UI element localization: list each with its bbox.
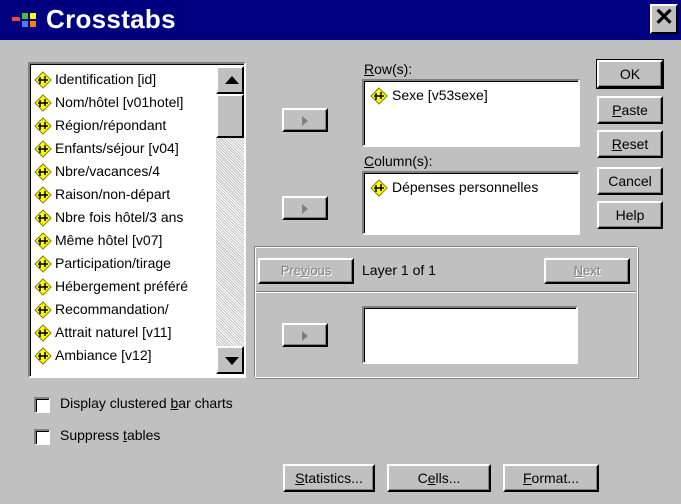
suppress-tables-label: Suppress tables (60, 427, 161, 443)
variable-label: Région/répondant (55, 117, 167, 133)
scale-variable-icon (34, 163, 52, 182)
scale-variable-icon (34, 186, 52, 205)
format-button[interactable]: Format... (503, 464, 599, 492)
variable-label: Même hôtel [v07] (55, 232, 163, 248)
scale-variable-icon (34, 278, 52, 297)
cells-button[interactable]: Cells... (387, 464, 491, 492)
variable-list-item[interactable]: Nbre/vacances/4 (34, 160, 216, 183)
variable-list-item[interactable]: Recommandation/ (34, 298, 216, 321)
variable-list-item[interactable]: Enfants/séjour [v04] (34, 137, 216, 160)
clustered-bar-charts-label: Display clustered bar charts (60, 395, 233, 411)
variable-list-scrollbar[interactable] (216, 66, 244, 374)
variable-label: Nbre fois hôtel/3 ans (55, 209, 184, 225)
scale-variable-icon (34, 301, 52, 320)
variable-list-item[interactable]: Même hôtel [v07] (34, 229, 216, 252)
previous-button[interactable]: Previous (258, 258, 354, 284)
variable-list-items: Identification [id] Nom/hôtel [v01hotel] R… (34, 68, 216, 367)
scale-variable-icon (34, 94, 52, 113)
cancel-button[interactable]: Cancel (597, 167, 663, 195)
variable-list-item[interactable]: Raison/non-départ (34, 183, 216, 206)
variable-list-item[interactable]: Nom/hôtel [v01hotel] (34, 91, 216, 114)
variable-list-item[interactable]: Participation/tirage (34, 252, 216, 275)
variable-list[interactable]: Identification [id] Nom/hôtel [v01hotel] R… (28, 62, 246, 378)
variable-label: Raison/non-départ (55, 186, 171, 202)
arrow-right-icon (302, 116, 308, 126)
title-bar: Crosstabs ✕ (0, 0, 681, 40)
variable-label: Attrait naturel [v11] (55, 324, 172, 340)
variable-label: Identification [id] (55, 71, 157, 87)
scale-variable-icon (34, 209, 52, 228)
move-to-layer-button[interactable] (282, 323, 328, 347)
layer-divider (256, 291, 636, 293)
clustered-bar-charts-checkbox[interactable] (34, 397, 50, 413)
scale-variable-icon (34, 117, 52, 136)
scale-variable-icon (370, 87, 388, 106)
scale-variable-icon (34, 232, 52, 251)
close-icon: ✕ (653, 4, 675, 31)
variable-list-item[interactable]: Identification [id] (34, 68, 216, 91)
rows-label: Row(s): (364, 61, 413, 77)
variable-label: Ambiance [v12] (55, 347, 152, 363)
statistics-button[interactable]: Statistics... (283, 464, 375, 492)
help-button[interactable]: Help (597, 201, 663, 229)
layer-field[interactable] (362, 306, 578, 364)
rows-item[interactable]: Sexe [v53sexe] (370, 87, 488, 106)
reset-button[interactable]: Reset (597, 130, 663, 158)
columns-label: Column(s): (364, 153, 433, 169)
window-title: Crosstabs (46, 4, 176, 34)
columns-field[interactable]: Dépenses personnelles (362, 171, 580, 235)
scale-variable-icon (34, 140, 52, 159)
variable-list-item[interactable]: Région/répondant (34, 114, 216, 137)
rows-field[interactable]: Sexe [v53sexe] (362, 79, 580, 147)
variable-list-item[interactable]: Ambiance [v12] (34, 344, 216, 367)
variable-label: Nbre/vacances/4 (55, 163, 161, 179)
scale-variable-icon (34, 324, 52, 343)
scale-variable-icon (370, 179, 388, 198)
arrow-up-icon (225, 76, 239, 84)
columns-item[interactable]: Dépenses personnelles (370, 179, 576, 198)
variable-label: Participation/tirage (55, 255, 171, 271)
scale-variable-icon (34, 255, 52, 274)
suppress-tables-checkbox[interactable] (34, 429, 50, 445)
arrow-right-icon (302, 331, 308, 341)
variable-label: Recommandation/ (55, 301, 169, 317)
scale-variable-icon (34, 347, 52, 366)
move-to-rows-button[interactable] (282, 108, 328, 132)
scroll-up-button[interactable] (216, 66, 244, 94)
variable-list-item[interactable]: Hébergement préféré (34, 275, 216, 298)
variable-label: Hébergement préféré (55, 278, 189, 294)
variable-list-item[interactable]: Attrait naturel [v11] (34, 321, 216, 344)
variable-list-item[interactable]: Nbre fois hôtel/3 ans (34, 206, 216, 229)
variable-label: Nom/hôtel [v01hotel] (55, 94, 184, 110)
layer-status: Layer 1 of 1 (362, 262, 436, 278)
arrow-right-icon (302, 204, 308, 214)
spss-icon (12, 13, 36, 27)
move-to-columns-button[interactable] (282, 196, 328, 220)
scale-variable-icon (34, 71, 52, 90)
variable-label: Enfants/séjour [v04] (55, 140, 179, 156)
paste-button[interactable]: Paste (597, 96, 663, 124)
close-button[interactable]: ✕ (650, 4, 678, 34)
arrow-down-icon (225, 357, 239, 365)
scroll-down-button[interactable] (216, 346, 244, 374)
next-button[interactable]: Next (544, 258, 630, 284)
scroll-thumb[interactable] (216, 94, 244, 138)
ok-button[interactable]: OK (596, 59, 664, 89)
